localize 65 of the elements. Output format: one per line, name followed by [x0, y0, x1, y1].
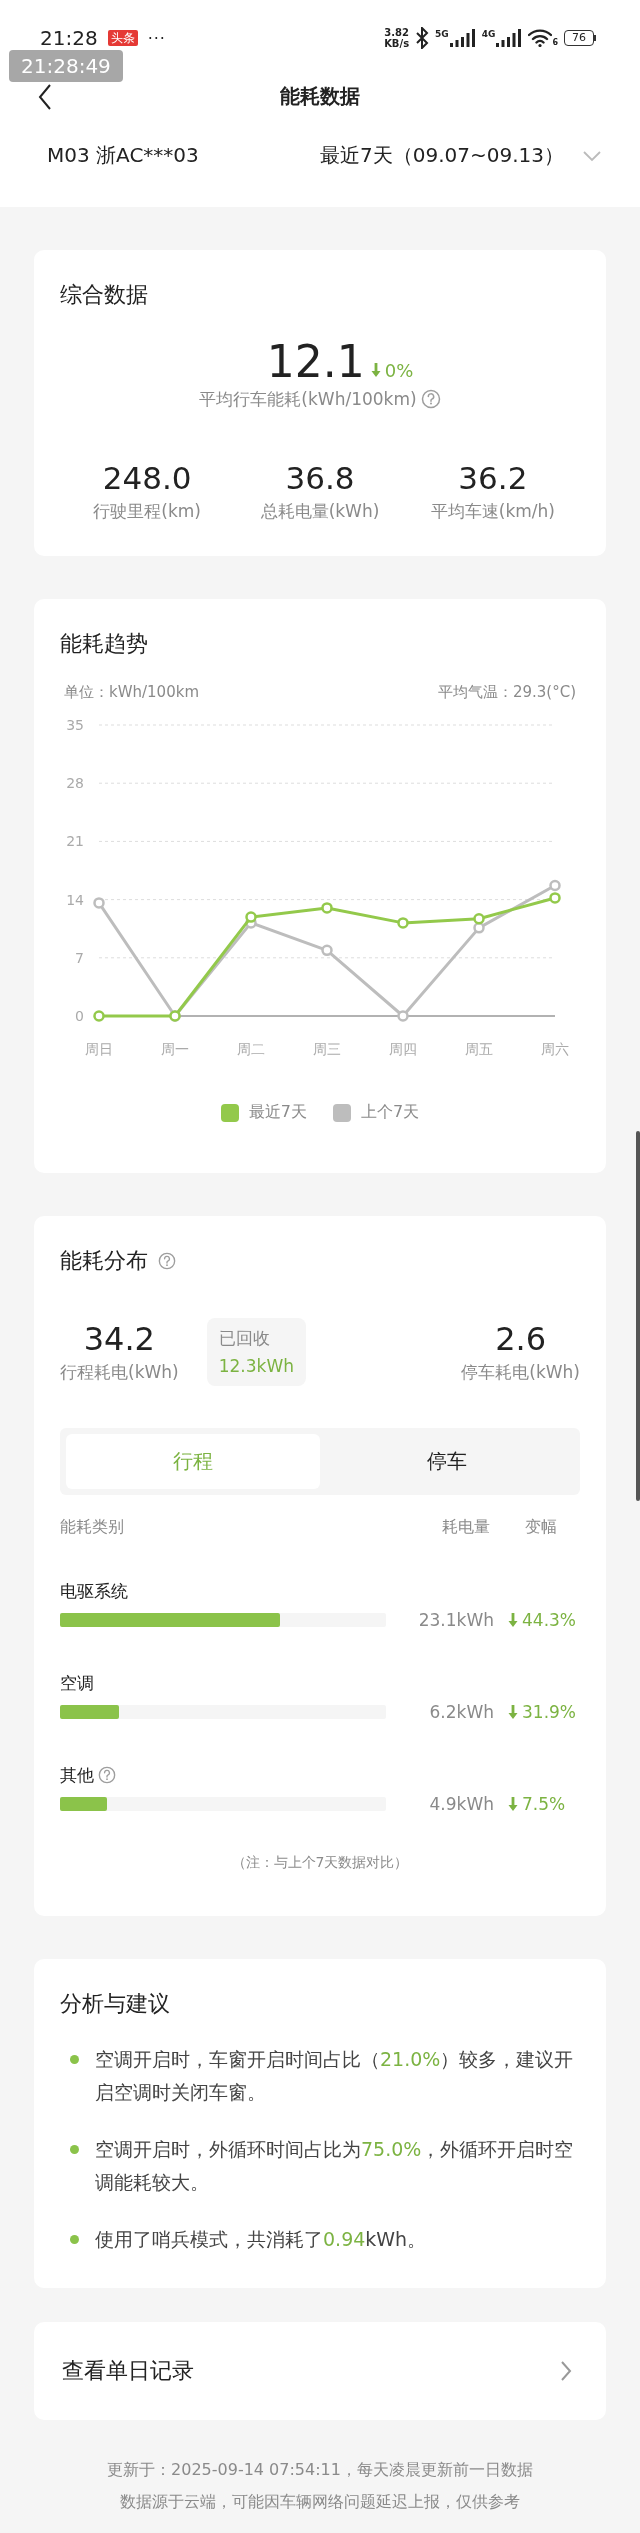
recovered-value: 12.3kWh	[218, 1355, 294, 1378]
x-axis-label: 周五	[465, 1041, 493, 1057]
x-axis-label: 周日	[85, 1041, 113, 1057]
suggestion-text: 空调开启时，车窗开启时间占比（21.0%）较多，建议开启空调时关闭车窗。	[95, 2047, 575, 2105]
more-indicator: ···	[147, 28, 166, 48]
section-title: 能耗趋势	[60, 630, 149, 658]
column-header: 能耗类别	[60, 1517, 125, 1538]
y-axis-label: 7	[75, 949, 84, 966]
amount-value: 4.9kWh	[428, 1794, 494, 1814]
unit-label: 单位：kWh/100km	[64, 683, 199, 702]
footnote: （注：与上个7天数据对比）	[230, 1854, 410, 1872]
section-title: 能耗分布	[60, 1247, 148, 1275]
wifi-label: 6	[552, 38, 558, 47]
stat-label: 行驶里程(km)	[92, 500, 202, 523]
change-percent: 7.5%	[522, 1794, 566, 1814]
category-name: 其他	[60, 1764, 94, 1787]
column-header: 变幅	[524, 1517, 558, 1538]
page-title: 能耗数据	[280, 82, 360, 110]
suggestion-text: 空调开启时，外循环时间占比为75.0%，外循环开启时空调能耗较大。	[95, 2137, 575, 2195]
amount-value: 23.1kWh	[417, 1610, 494, 1630]
change-percent: 31.9%	[522, 1702, 576, 1722]
stat-label: 总耗电量(kWh)	[259, 500, 381, 523]
x-axis-label: 周一	[161, 1041, 189, 1057]
y-axis-label: 35	[66, 717, 84, 733]
amount-value: 6.2kWh	[428, 1702, 494, 1722]
network-speed: 3.82 KB/s	[384, 27, 410, 49]
average-consumption-value: 12.1	[266, 338, 365, 386]
vehicle-name: M03 浙AC***03	[47, 142, 199, 169]
metric-label: 平均行车能耗(kWh/100km)	[199, 388, 417, 411]
y-axis-label: 21	[66, 833, 84, 850]
legend-label: 上个7天	[361, 1102, 420, 1123]
app-badge: 头条	[107, 30, 138, 46]
x-axis-label: 周六	[541, 1041, 569, 1057]
y-axis-label: 28	[66, 775, 84, 792]
footer-text: 数据源于云端，可能因车辆网络问题延迟上报，仅供参考	[119, 2491, 521, 2513]
y-axis-label: 0	[75, 1008, 84, 1024]
section-title: 综合数据	[60, 281, 149, 309]
section-title: 分析与建议	[60, 1990, 171, 2018]
change-percent: 44.3%	[522, 1610, 576, 1630]
legend-label: 最近7天	[248, 1102, 307, 1123]
stat-value: 36.2	[457, 459, 529, 498]
trip-consumption-label: 行程耗电(kWh)	[60, 1361, 179, 1384]
parking-consumption-value: 2.6	[494, 1319, 548, 1359]
column-header: 耗电量	[441, 1517, 490, 1538]
trip-consumption-value: 34.2	[82, 1319, 156, 1359]
stat-value: 248.0	[101, 459, 193, 498]
parking-consumption-label: 停车耗电(kWh)	[461, 1361, 580, 1384]
time-overlay: 21:28:49	[9, 50, 123, 82]
x-axis-label: 周四	[389, 1041, 417, 1057]
x-axis-label: 周三	[313, 1041, 341, 1057]
battery-indicator: 76	[564, 30, 594, 46]
temperature-label: 平均气温：29.3(°C)	[437, 683, 576, 702]
x-axis-label: 周二	[237, 1041, 265, 1057]
recovered-label: 已回收	[218, 1327, 271, 1350]
stat-label: 平均车速(km/h)	[429, 500, 556, 523]
footer-text: 更新于：2025-09-14 07:54:11，每天凌晨更新前一日数据	[106, 2459, 534, 2481]
suggestion-text: 使用了哨兵模式，共消耗了 0.94kWh。	[95, 2227, 427, 2252]
clock-time: 21:28	[40, 26, 98, 50]
category-name: 空调	[60, 1672, 94, 1695]
change-percent: 0%	[384, 359, 414, 381]
y-axis-label: 14	[66, 891, 84, 908]
stat-value: 36.8	[284, 459, 356, 498]
network-label: 5G	[435, 29, 449, 39]
network-label: 4G	[481, 29, 496, 39]
category-name: 电驱系统	[60, 1580, 128, 1603]
